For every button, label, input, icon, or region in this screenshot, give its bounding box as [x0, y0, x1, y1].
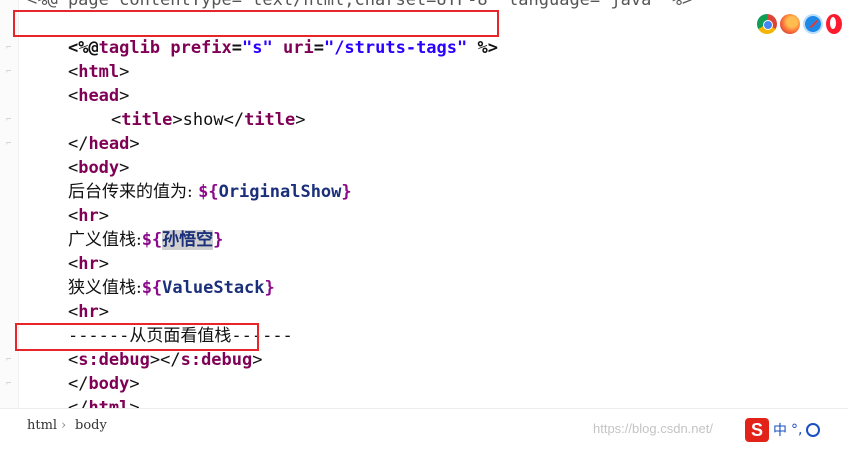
code-line-head-close[interactable]: </head> — [27, 108, 140, 154]
attr-uri: uri — [282, 38, 314, 58]
el-open: ${ — [141, 278, 163, 298]
fold-marker-icon[interactable]: ⌐ — [6, 138, 11, 150]
el-open: ${ — [141, 230, 163, 250]
annotation-box-debug — [15, 323, 259, 351]
fold-marker-icon[interactable]: ⌐ — [6, 66, 11, 78]
ime-language-toggle[interactable]: 中 — [773, 420, 787, 440]
ime-tray: S 中 °, — [745, 418, 821, 442]
fold-marker-icon[interactable]: ⌐ — [6, 114, 11, 126]
browser-preview-bar — [757, 12, 842, 36]
opera-icon[interactable] — [826, 14, 842, 34]
tag-bracket: > — [129, 134, 140, 154]
code-line-html-open[interactable]: <html> — [27, 36, 129, 82]
breadcrumb-body[interactable]: body — [75, 418, 107, 433]
breadcrumb-html[interactable]: html — [27, 418, 57, 433]
tag-bracket: > — [252, 350, 263, 370]
tag-bracket: </ — [160, 350, 181, 370]
el-close: } — [341, 182, 352, 202]
equals-sign: = — [313, 38, 324, 58]
fold-marker-icon[interactable]: ⌐ — [6, 378, 11, 390]
code-line-body-close[interactable]: </body> — [27, 348, 140, 394]
code-line-section-text[interactable]: ------从页面看值栈------ — [27, 300, 293, 346]
code-editor[interactable]: ⌐ ⌐ ⌐ ⌐ ⌐ ⌐ <%@ page contentType="text/h… — [0, 0, 848, 408]
el-expression-highlighted: 孙悟空 — [162, 230, 214, 250]
el-expression: ValueStack — [162, 278, 265, 298]
attr-value-prefix: "s" — [242, 38, 273, 58]
tag-bracket: > — [172, 110, 183, 130]
fold-marker-icon[interactable]: ⌐ — [6, 42, 11, 54]
code-line-html-close[interactable]: </html> — [27, 372, 140, 408]
code-line-hr[interactable]: <hr> — [27, 276, 109, 322]
tag-bracket: > — [149, 350, 161, 370]
code-line-original-show[interactable]: 后台传来的值为: ${OriginalShow} — [27, 156, 352, 202]
attr-prefix: prefix — [170, 38, 232, 58]
tag-bracket: > — [129, 398, 140, 408]
code-line-narrow-stack[interactable]: 狭义值栈:${ValueStack} — [27, 252, 275, 298]
emoji-icon[interactable] — [806, 423, 821, 437]
tag-bracket: </ — [223, 110, 245, 130]
firefox-icon[interactable] — [780, 14, 800, 34]
code-line-hr[interactable]: <hr> — [27, 180, 109, 226]
tag-name: title — [244, 110, 296, 130]
equals-sign: = — [231, 38, 243, 58]
code-line-hr[interactable]: <hr> — [27, 228, 109, 274]
el-close: } — [213, 230, 224, 250]
ime-punctuation-toggle[interactable]: °, — [791, 422, 802, 438]
code-line-body-open[interactable]: <body> — [27, 132, 129, 178]
attr-value-uri: "/struts-tags" — [323, 38, 468, 58]
breadcrumb-separator: › — [61, 418, 67, 433]
safari-icon[interactable] — [803, 14, 823, 34]
title-text: show — [182, 110, 224, 130]
annotation-box-taglib — [13, 10, 499, 37]
el-close: } — [264, 278, 275, 298]
tag-bracket: </ — [67, 398, 89, 408]
status-bar: html › body https://blog.csdn.net/ S 中 °… — [0, 408, 848, 449]
fold-marker-icon[interactable]: ⌐ — [6, 354, 11, 366]
tag-bracket: > — [295, 110, 306, 130]
code-line-generalized-stack[interactable]: 广义值栈:${孙悟空} — [27, 204, 223, 250]
chrome-icon[interactable] — [757, 14, 777, 34]
el-expression: OriginalShow — [218, 182, 342, 202]
el-open: ${ — [198, 182, 219, 202]
watermark-text: https://blog.csdn.net/ — [593, 421, 713, 436]
sogou-ime-icon[interactable]: S — [745, 418, 769, 442]
code-line-title[interactable]: <title>show</title> — [70, 84, 306, 130]
tag-name: s:debug — [180, 350, 253, 370]
code-line-head-open[interactable]: <head> — [27, 60, 129, 106]
tag-name: html — [88, 398, 130, 408]
jsp-directive-close: %> — [477, 38, 498, 58]
